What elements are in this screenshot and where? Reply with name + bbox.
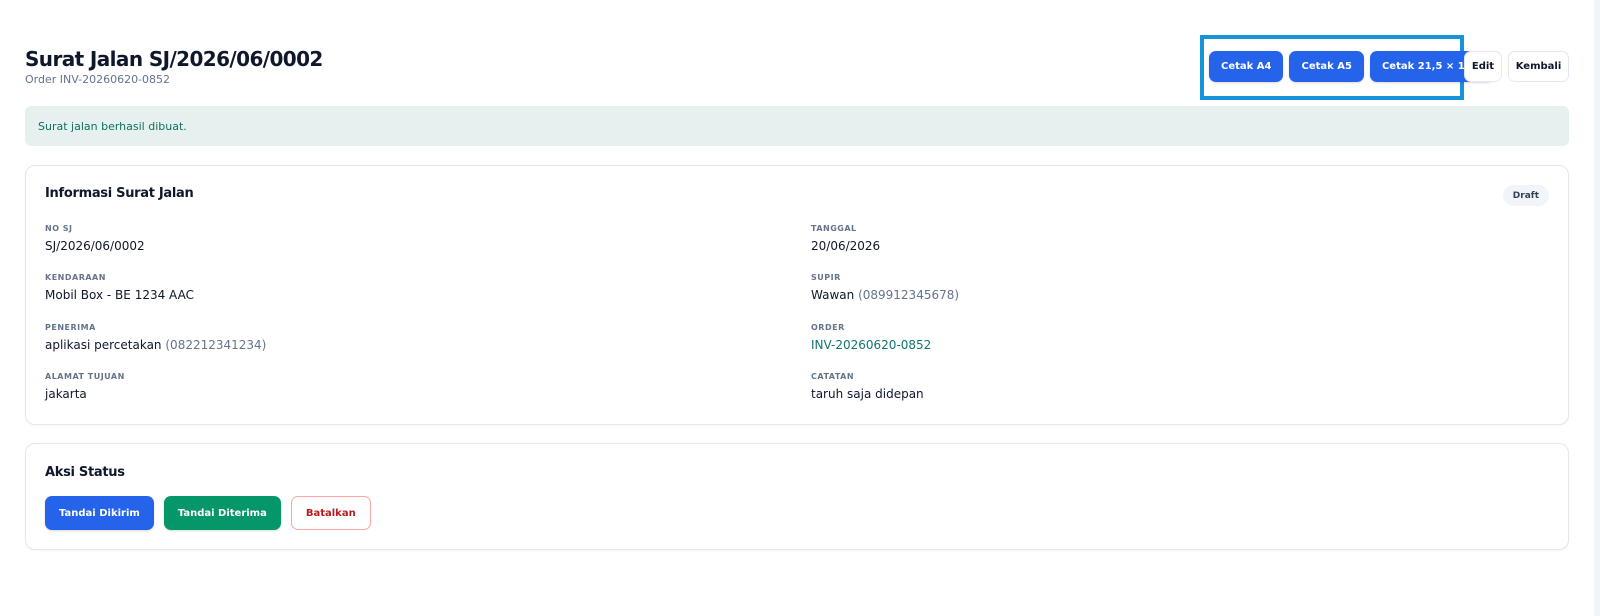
field-value: jakarta <box>45 387 87 401</box>
cancel-button[interactable]: Batalkan <box>290 496 371 530</box>
success-alert: Surat jalan berhasil dibuat. <box>25 106 1569 146</box>
field-supir: SUPIR Wawan (089912345678) <box>811 273 959 302</box>
field-value: Mobil Box - BE 1234 AAC <box>45 288 194 302</box>
field-value: aplikasi percetakan (082212341234) <box>45 338 266 352</box>
page-subtitle: Order INV-20260620-0852 <box>25 73 171 86</box>
status-actions-card: Aksi Status Tandai Dikirim Tandai Diteri… <box>25 443 1569 550</box>
field-alamat-tujuan: ALAMAT TUJUAN jakarta <box>45 372 125 401</box>
driver-phone: (089912345678) <box>858 288 960 302</box>
field-value: SJ/2026/06/0002 <box>45 239 145 253</box>
mark-sent-button[interactable]: Tandai Dikirim <box>45 496 154 530</box>
recipient-name: aplikasi percetakan <box>45 338 162 352</box>
field-tanggal: TANGGAL 20/06/2026 <box>811 224 880 253</box>
field-order: ORDER INV-20260620-0852 <box>811 323 931 352</box>
print-actions: Cetak A4 Cetak A5 Cetak 21,5 × 16,5 <box>1209 51 1495 82</box>
field-value: Wawan (089912345678) <box>811 288 959 302</box>
order-link[interactable]: INV-20260620-0852 <box>811 338 931 352</box>
page-title: Surat Jalan SJ/2026/06/0002 <box>25 47 323 71</box>
edit-button[interactable]: Edit <box>1464 51 1502 82</box>
driver-name: Wawan <box>811 288 855 302</box>
field-value: 20/06/2026 <box>811 239 881 253</box>
status-buttons: Tandai Dikirim Tandai Diterima Batalkan <box>45 496 371 530</box>
info-card-title: Informasi Surat Jalan <box>45 186 194 201</box>
mark-received-button[interactable]: Tandai Diterima <box>163 496 281 530</box>
page-header: Surat Jalan SJ/2026/06/0002 Order INV-20… <box>25 46 323 86</box>
field-label: NO SJ <box>45 224 73 233</box>
field-label: SUPIR <box>811 273 841 282</box>
field-value: taruh saja didepan <box>811 387 924 401</box>
print-a4-button[interactable]: Cetak A4 <box>1209 51 1284 82</box>
back-button[interactable]: Kembali <box>1508 51 1569 82</box>
status-actions-title: Aksi Status <box>45 465 125 480</box>
scrollbar[interactable] <box>1594 0 1600 616</box>
field-no-sj: NO SJ SJ/2026/06/0002 <box>45 224 145 253</box>
field-label: CATATAN <box>811 372 855 381</box>
field-catatan: CATATAN taruh saja didepan <box>811 372 924 401</box>
print-a5-button[interactable]: Cetak A5 <box>1289 51 1364 82</box>
field-label: KENDARAAN <box>45 273 106 282</box>
status-badge: Draft <box>1502 185 1549 206</box>
field-label: PENERIMA <box>45 323 96 332</box>
field-kendaraan: KENDARAAN Mobil Box - BE 1234 AAC <box>45 273 194 302</box>
info-card: Informasi Surat Jalan Draft NO SJ SJ/202… <box>25 165 1569 425</box>
field-label: TANGGAL <box>811 224 857 233</box>
field-label: ORDER <box>811 323 845 332</box>
field-penerima: PENERIMA aplikasi percetakan (0822123412… <box>45 323 266 352</box>
field-label: ALAMAT TUJUAN <box>45 372 125 381</box>
recipient-phone: (082212341234) <box>165 338 267 352</box>
